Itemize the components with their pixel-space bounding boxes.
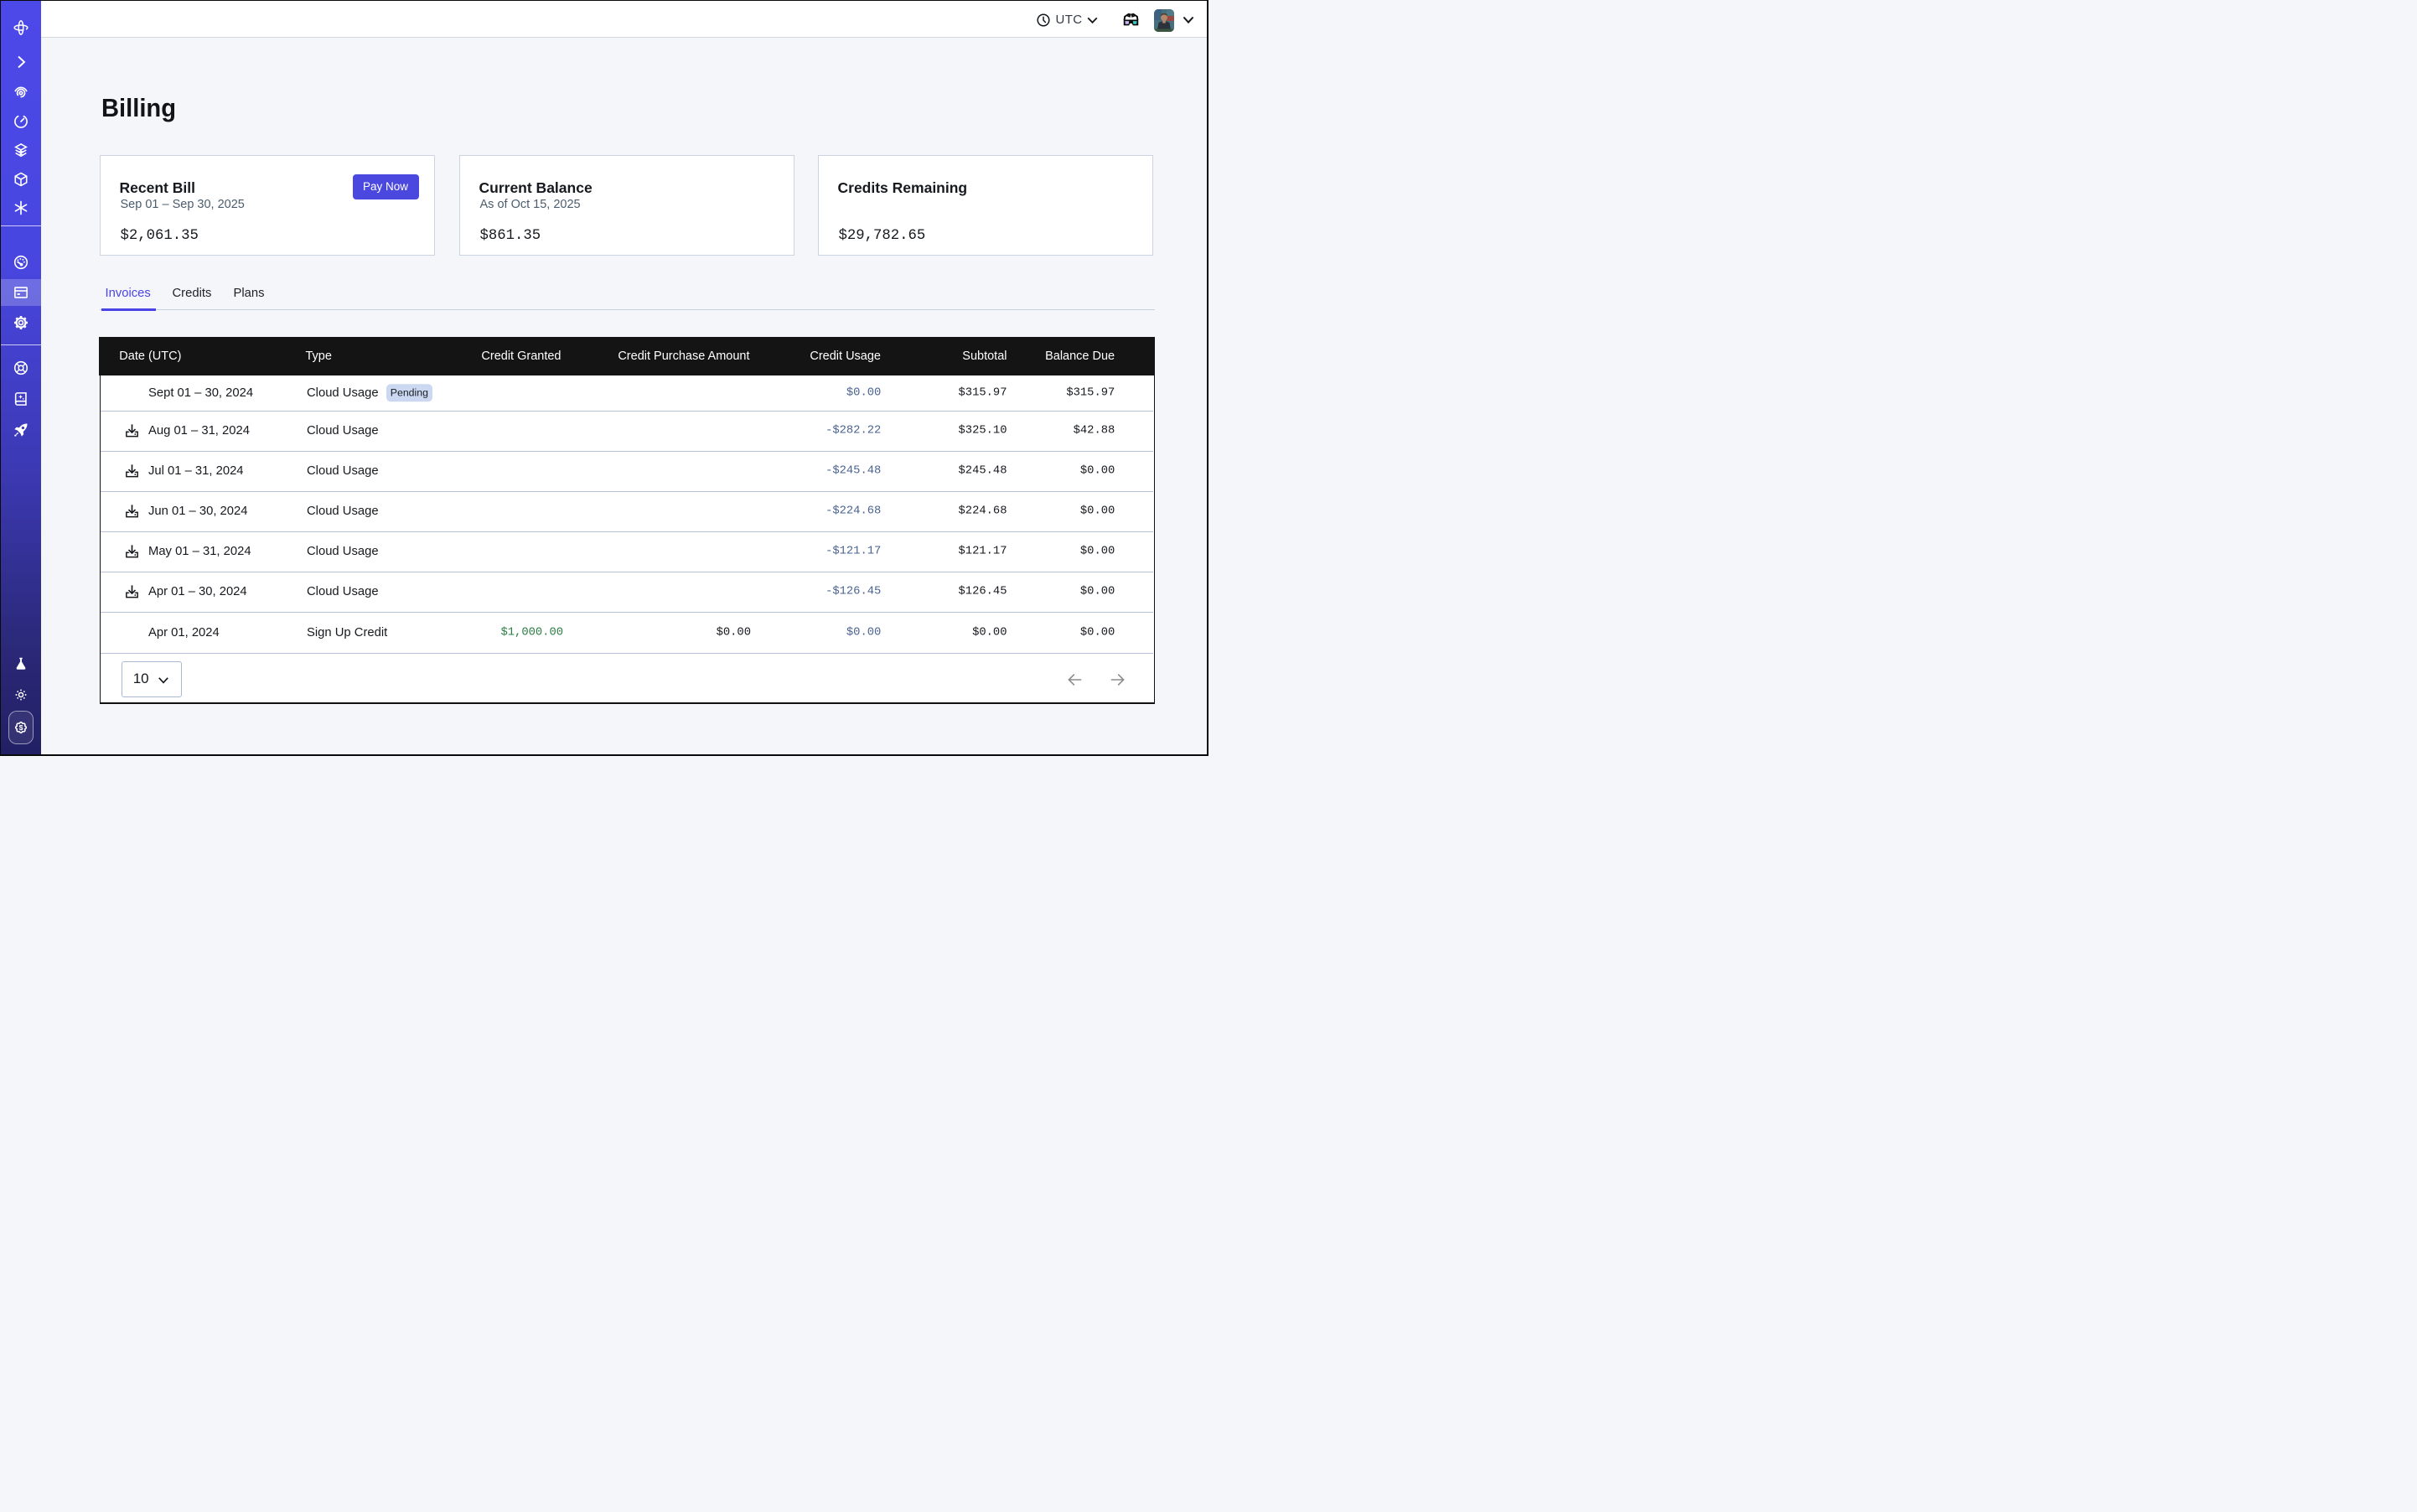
svg-text:$: $ <box>18 723 23 732</box>
